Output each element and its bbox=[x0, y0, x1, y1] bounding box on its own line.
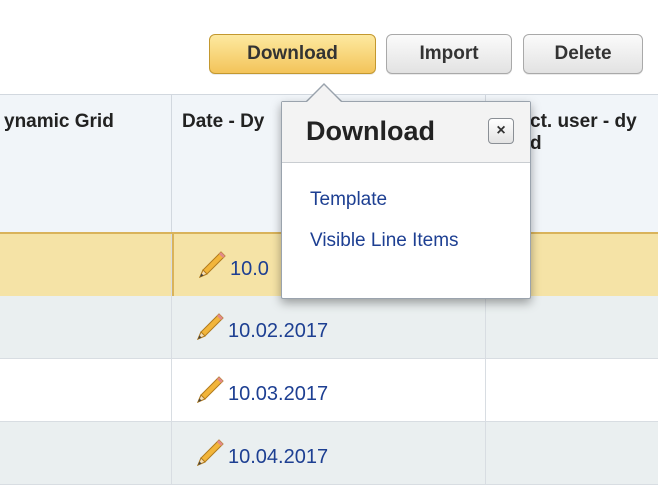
table-cell bbox=[0, 234, 172, 296]
toolbar: Download Import Delete bbox=[0, 0, 666, 80]
date-value: 10.0 bbox=[230, 258, 269, 280]
import-button[interactable]: Import bbox=[386, 34, 512, 74]
column-header-label: Date - Dy bbox=[182, 111, 265, 132]
table-cell-date[interactable]: 10.02.2017 bbox=[172, 296, 486, 358]
table-cell bbox=[486, 422, 658, 484]
table-cell bbox=[0, 296, 172, 358]
table-cell bbox=[0, 422, 172, 484]
close-icon[interactable]: × bbox=[488, 118, 514, 144]
pencil-icon[interactable] bbox=[192, 373, 226, 407]
table-row[interactable]: 10.02.2017 bbox=[0, 296, 658, 359]
table-row[interactable]: 10.03.2017 bbox=[0, 359, 658, 422]
column-header-label: ynamic Grid bbox=[4, 111, 114, 132]
pencil-icon[interactable] bbox=[192, 436, 226, 470]
pencil-icon[interactable] bbox=[192, 310, 226, 344]
column-header-dynamic-grid[interactable]: ynamic Grid bbox=[0, 95, 172, 233]
pencil-icon[interactable] bbox=[194, 248, 228, 282]
table-cell-date[interactable]: 10.03.2017 bbox=[172, 359, 486, 421]
popover-header: Download × bbox=[282, 102, 530, 163]
column-header-label: ct. user - dy bbox=[530, 111, 637, 132]
table-cell bbox=[486, 296, 658, 358]
column-header-label-line2: d bbox=[530, 133, 542, 154]
download-button[interactable]: Download bbox=[209, 34, 376, 74]
popover-arrow-fill bbox=[307, 85, 341, 102]
download-popover: Download × Template Visible Line Items bbox=[281, 101, 531, 299]
table-cell-date[interactable]: 10.04.2017 bbox=[172, 422, 486, 484]
date-value: 10.02.2017 bbox=[228, 320, 329, 342]
table-cell bbox=[0, 359, 172, 421]
popover-link-visible-line-items[interactable]: Visible Line Items bbox=[310, 230, 459, 252]
table-cell bbox=[486, 359, 658, 421]
date-value: 10.03.2017 bbox=[228, 383, 329, 405]
popover-title: Download bbox=[306, 116, 435, 146]
delete-button[interactable]: Delete bbox=[523, 34, 643, 74]
popover-link-template[interactable]: Template bbox=[310, 189, 387, 211]
date-value: 10.04.2017 bbox=[228, 446, 329, 468]
table-row[interactable]: 10.04.2017 bbox=[0, 422, 658, 485]
